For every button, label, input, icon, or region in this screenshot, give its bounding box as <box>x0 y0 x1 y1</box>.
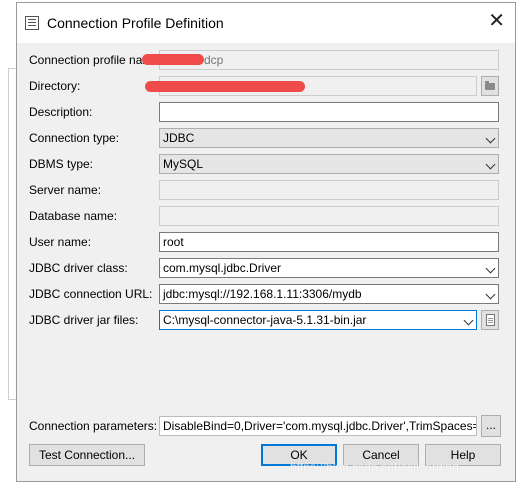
profile-name-field: dcp <box>159 50 499 70</box>
watermark-text: https://blog.csdn.net/sellharding <box>290 460 459 474</box>
driver-class-combo[interactable]: com.mysql.jdbc.Driver <box>159 258 499 278</box>
dbms-type-select[interactable]: MySQL <box>159 154 499 174</box>
document-icon <box>486 314 495 326</box>
chevron-down-icon <box>485 133 496 144</box>
description-label: Description: <box>29 105 93 119</box>
directory-label: Directory: <box>29 79 81 93</box>
close-icon[interactable]: ✕ <box>488 11 505 31</box>
redaction-mark <box>142 54 204 65</box>
browse-directory-button[interactable] <box>481 76 499 96</box>
connection-url-combo[interactable]: jdbc:mysql://192.168.1.11:3306/mydb <box>159 284 499 304</box>
chevron-down-icon[interactable] <box>485 289 496 300</box>
edit-params-button[interactable]: ... <box>481 415 501 437</box>
driver-class-value: com.mysql.jdbc.Driver <box>163 261 282 275</box>
server-name-input <box>159 180 499 200</box>
connection-type-value: JDBC <box>163 131 195 145</box>
redaction-mark <box>145 81 305 92</box>
driver-class-label: JDBC driver class: <box>29 261 128 275</box>
chevron-down-icon[interactable] <box>485 263 496 274</box>
connection-params-field[interactable]: DisableBind=0,Driver='com.mysql.jdbc.Dri… <box>159 416 477 436</box>
driver-jar-value: C:\mysql-connector-java-5.1.31-bin.jar <box>163 313 367 327</box>
window-title: Connection Profile Definition <box>47 15 224 31</box>
driver-jar-combo[interactable]: C:\mysql-connector-java-5.1.31-bin.jar <box>159 310 477 330</box>
test-connection-button[interactable]: Test Connection... <box>29 444 145 466</box>
server-name-label: Server name: <box>29 183 102 197</box>
title-bar: Connection Profile Definition ✕ <box>17 3 515 43</box>
user-name-label: User name: <box>29 235 92 249</box>
connection-url-value: jdbc:mysql://192.168.1.11:3306/mydb <box>163 287 362 301</box>
chevron-down-icon[interactable] <box>463 315 474 326</box>
connection-type-select[interactable]: JDBC <box>159 128 499 148</box>
folder-icon <box>485 81 495 90</box>
driver-jar-label: JDBC driver jar files: <box>29 313 139 327</box>
profile-name-label: Connection profile name <box>29 53 160 67</box>
dbms-type-label: DBMS type: <box>29 157 94 171</box>
user-name-input[interactable]: root <box>159 232 499 252</box>
database-name-label: Database name: <box>29 209 118 223</box>
dbms-type-value: MySQL <box>163 157 204 171</box>
chevron-down-icon <box>485 159 496 170</box>
connection-profile-dialog: Connection Profile Definition ✕ Connecti… <box>16 2 516 482</box>
connection-params-label: Connection parameters: <box>29 419 158 433</box>
description-input[interactable] <box>159 102 499 122</box>
connection-type-label: Connection type: <box>29 131 120 145</box>
window-icon <box>25 16 39 30</box>
connection-url-label: JDBC connection URL: <box>29 287 153 301</box>
browse-jar-button[interactable] <box>481 310 499 330</box>
database-name-input <box>159 206 499 226</box>
